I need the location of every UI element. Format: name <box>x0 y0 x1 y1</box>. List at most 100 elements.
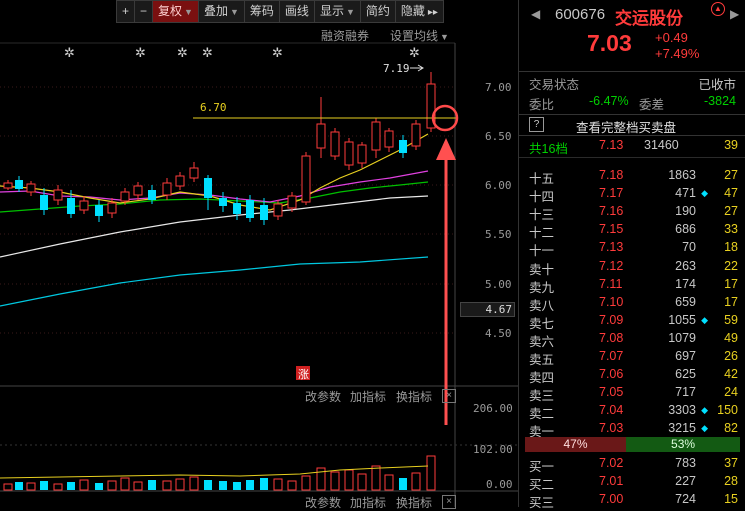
total-count: 39 <box>724 138 738 152</box>
ask-level-row[interactable]: 卖六 7.08 1079 49 <box>519 330 745 349</box>
volume-bar <box>260 478 268 490</box>
volume-bar <box>399 478 407 490</box>
candle-body <box>246 200 254 218</box>
big-order-diamond-icon: ◆ <box>701 405 708 416</box>
switch-indicator-link[interactable]: 换指标 <box>396 494 432 511</box>
event-star-icon[interactable]: ✲ <box>177 46 188 61</box>
volume-bars <box>0 455 436 491</box>
level-price: 7.16 <box>599 204 624 219</box>
candle-body <box>26 183 36 193</box>
volume-bar <box>15 482 23 490</box>
level-price: 7.12 <box>599 258 624 273</box>
full-depth-row[interactable]: ? 查看完整档买卖盘 <box>519 114 745 136</box>
volume-bar <box>95 483 103 490</box>
level-price: 7.07 <box>599 349 624 363</box>
kline-plot: ✲ ✲ ✲ ✲ ✲ ✲ 6.70 7.19 涨 <box>0 42 518 507</box>
switch-indicator-link[interactable]: 换指标 <box>396 388 432 405</box>
edit-params-link[interactable]: 改参数 <box>305 494 341 511</box>
candle-body <box>53 189 63 201</box>
ask-level-row[interactable]: 十五 7.18 1863 27 <box>519 167 745 186</box>
candle-body <box>67 198 75 214</box>
event-star-icon[interactable]: ✲ <box>202 46 213 61</box>
level-price: 7.08 <box>599 330 624 345</box>
depth-total-row: 共16档 7.13 31460 39 <box>519 137 745 156</box>
ask-level-row[interactable]: 卖二 7.04 3303 150 ◆ <box>519 402 745 421</box>
level-price: 7.11 <box>599 276 623 291</box>
vol-axis-tick: 102.00 <box>473 443 513 456</box>
kline-chart-area[interactable]: + − 复权 ▼ 叠加 ▼ 筹码 画线 显示 ▼ 简约 隐藏 ▸▸ 融资融券 设置均线 ▼… <box>0 0 518 510</box>
prev-stock-icon[interactable]: ◀ <box>531 7 540 21</box>
level-count: 24 <box>724 385 738 400</box>
level-price: 7.13 <box>599 240 624 255</box>
next-stock-icon[interactable]: ▶ <box>730 7 739 21</box>
stock-name: 交运股份 <box>615 9 683 28</box>
level-count: 37 <box>724 456 738 470</box>
add-indicator-link[interactable]: 加指标 <box>350 388 386 405</box>
quote-header: ◀ 600676 交运股份 ▲ ▶ 7.03 +0.49 +7.49% <box>519 0 745 72</box>
ask-level-row[interactable]: 卖八 7.10 659 17 <box>519 294 745 313</box>
level-count: 17 <box>724 276 738 291</box>
ratio-bar: 47% 53% <box>525 437 740 452</box>
ask-level-row[interactable]: 十四 7.17 471 47 ◆ <box>519 185 745 204</box>
ask-level-row[interactable]: 卖一 7.03 3215 82 ◆ <box>519 420 745 439</box>
view-full-depth-link[interactable]: 查看完整档买卖盘 <box>576 117 676 136</box>
volume-bar <box>204 480 212 490</box>
candle-body <box>287 195 297 209</box>
high-label: 7.19 <box>383 62 410 75</box>
event-star-icon[interactable]: ✲ <box>64 46 75 61</box>
candle-body <box>204 178 212 198</box>
total-volume: 31460 <box>644 138 679 152</box>
event-star-icon[interactable]: ✲ <box>135 46 146 61</box>
ask-level-row[interactable]: 十一 7.13 70 18 <box>519 239 745 258</box>
limit-badge-icon: ▲ <box>711 2 725 16</box>
level-volume: 227 <box>675 474 696 488</box>
ask-level-row[interactable]: 卖七 7.09 1055 59 ◆ <box>519 312 745 331</box>
ask-level-row[interactable]: 卖十 7.12 263 22 <box>519 258 745 277</box>
level-price: 7.10 <box>599 294 624 309</box>
add-indicator-link[interactable]: 加指标 <box>350 494 386 511</box>
level-volume: 697 <box>675 349 696 363</box>
level-count: 47 <box>724 186 738 201</box>
volume-bar <box>301 475 311 491</box>
level-price: 7.15 <box>599 222 624 237</box>
level-volume: 70 <box>682 240 696 255</box>
buy-ratio-label: 53% <box>671 437 696 451</box>
ask-level-row[interactable]: 卖五 7.07 697 26 <box>519 348 745 367</box>
ask-level-row[interactable]: 十二 7.15 686 33 <box>519 221 745 240</box>
event-star-icon[interactable]: ✲ <box>409 46 420 61</box>
ask-level-row[interactable]: 十三 7.16 190 27 <box>519 203 745 222</box>
level-count: 49 <box>724 330 738 345</box>
level-count: 59 <box>724 312 738 327</box>
level-volume: 717 <box>675 385 696 400</box>
close-icon[interactable]: × <box>442 389 456 403</box>
sell-ratio-label: 47% <box>563 437 588 451</box>
candle-body <box>219 198 227 206</box>
edit-params-link[interactable]: 改参数 <box>305 388 341 405</box>
ask-level-row[interactable]: 卖三 7.05 717 24 <box>519 384 745 403</box>
ask-level-row[interactable]: 卖九 7.11 174 17 <box>519 276 745 295</box>
level-count: 33 <box>724 222 738 237</box>
bid-level-row[interactable]: 买二 7.01 227 28 <box>519 473 745 492</box>
volume-bar <box>384 474 394 491</box>
volume-bar <box>162 480 172 491</box>
level-volume: 3215 <box>668 421 696 436</box>
level-volume: 471 <box>675 186 696 201</box>
bid-level-row[interactable]: 买一 7.02 783 37 <box>519 455 745 474</box>
status-value: 已收市 <box>698 78 736 92</box>
event-star-icon[interactable]: ✲ <box>272 46 283 61</box>
bid-level-row[interactable]: 买三 7.00 724 15 <box>519 491 745 510</box>
volume-bar <box>26 482 36 491</box>
candle-body <box>330 131 340 157</box>
level-price: 7.02 <box>599 456 624 470</box>
volume-bar <box>287 480 297 491</box>
volume-bar <box>67 482 75 490</box>
volume-bar <box>411 472 421 491</box>
candle-body <box>15 180 23 189</box>
help-icon[interactable]: ? <box>529 117 544 132</box>
level-count: 22 <box>724 258 738 273</box>
level-price: 7.17 <box>599 186 624 201</box>
percent-change: +7.49% <box>655 46 700 61</box>
axis-tick: 7.00 <box>485 81 512 94</box>
volume-bar <box>273 478 283 491</box>
ask-level-row[interactable]: 卖四 7.06 625 42 <box>519 366 745 385</box>
